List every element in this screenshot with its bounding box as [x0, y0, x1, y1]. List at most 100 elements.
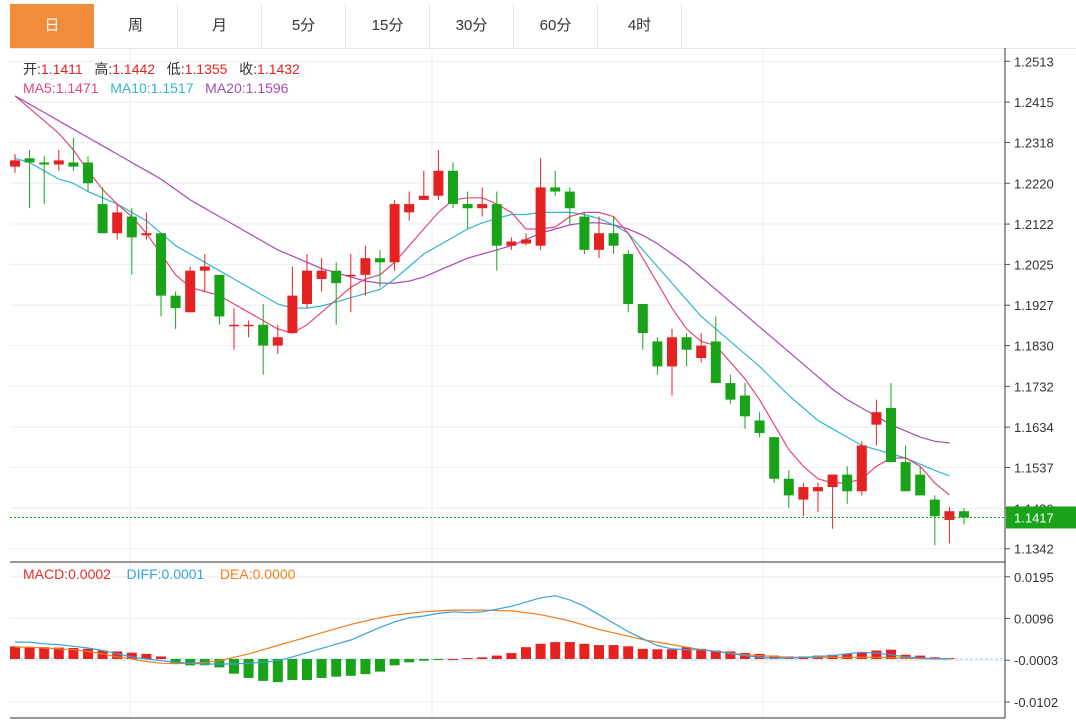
- kline-chart: 1.2513 1.2415 1.2318 1.2220 1.2122 1.2025 1.19…: [10, 48, 1076, 719]
- macd-bar: [185, 658, 196, 666]
- candle-body: [798, 487, 809, 500]
- ohlc-legend: 开:1.1411 高:1.1442 低:1.1355 收:1.1432: [23, 59, 300, 79]
- macd-label: MACD:: [23, 566, 69, 582]
- ma20-label: MA20:: [205, 80, 246, 96]
- candle-body: [535, 187, 546, 246]
- candle-body: [827, 474, 838, 488]
- macd-bar: [272, 658, 283, 683]
- candle-body: [491, 204, 502, 246]
- ma5-line: [14, 95, 950, 496]
- dea-value: 0.0000: [252, 566, 296, 582]
- macd-value: 0.0002: [68, 566, 111, 582]
- open-value: 1.1411: [40, 61, 83, 77]
- macd-bar: [856, 652, 867, 659]
- candle-body: [126, 216, 137, 238]
- candle-body: [316, 270, 327, 279]
- close-label: 收:: [239, 61, 258, 77]
- macd-bar: [39, 647, 50, 659]
- macd-bar: [404, 658, 415, 663]
- close-value: 1.1432: [257, 61, 300, 77]
- macd-tick-label: 0.0195: [1014, 570, 1054, 585]
- candle-body: [564, 191, 575, 209]
- macd-bar: [506, 653, 517, 659]
- price-tick-label: 1.1732: [1014, 379, 1054, 394]
- macd-bar: [24, 647, 35, 659]
- macd-bar: [418, 658, 429, 661]
- candle-body: [842, 474, 853, 492]
- diff-line: [15, 595, 950, 665]
- open-label: 开:: [23, 61, 41, 77]
- candle-body: [856, 445, 867, 492]
- macd-bar: [521, 647, 531, 659]
- candle-body: [156, 233, 166, 296]
- macd-bar: [564, 642, 575, 659]
- candle-body: [433, 170, 444, 196]
- price-tick-label: 1.2318: [1014, 135, 1054, 150]
- candle-body: [637, 303, 648, 334]
- candle-body: [287, 295, 298, 334]
- price-tick-label: 1.2220: [1014, 176, 1054, 191]
- candle-body: [360, 258, 371, 275]
- low-label: 低:: [166, 61, 185, 77]
- macd-tick-label: -0.0003: [1014, 653, 1058, 668]
- ma5-label: MA5:: [23, 80, 56, 96]
- candle-body: [579, 216, 590, 250]
- macd-bar: [579, 643, 590, 659]
- macd-bar: [83, 648, 93, 659]
- macd-bar: [229, 658, 239, 674]
- price-tick-label: 1.2513: [1014, 54, 1054, 69]
- ma10-label: MA10:: [110, 80, 151, 96]
- price-tick-label: 1.1634: [1014, 420, 1054, 435]
- candle-body: [331, 270, 342, 284]
- candle-body: [652, 341, 663, 367]
- candle-body: [594, 233, 604, 250]
- macd-bar: [448, 658, 458, 660]
- macd-bar: [477, 657, 488, 659]
- candle-body: [521, 239, 531, 244]
- macd-bar: [594, 645, 604, 659]
- candle-body: [97, 204, 108, 234]
- macd-bar: [10, 646, 20, 659]
- ma-legend: MA5:1.1471 MA10:1.1517 MA20:1.1596: [23, 80, 288, 96]
- macd-bar: [345, 658, 356, 676]
- price-tick-label: 1.2025: [1014, 257, 1054, 272]
- candle-body: [506, 241, 517, 246]
- candle-body: [813, 487, 823, 492]
- low-value: 1.1355: [184, 61, 228, 77]
- high-value: 1.1442: [112, 61, 156, 77]
- candle-body: [68, 162, 79, 167]
- high-label: 高:: [94, 61, 113, 77]
- macd-bar: [243, 658, 254, 678]
- candle-body: [389, 204, 400, 263]
- macd-legend: MACD:0.0002 DIFF:0.0001 DEA:0.0000: [23, 566, 295, 582]
- current-price-label: 1.1417: [1014, 510, 1054, 525]
- ma10-value: 1.1517: [150, 80, 194, 96]
- ma20-line: [14, 95, 950, 444]
- candle-body: [185, 270, 196, 313]
- macd-bar: [623, 646, 634, 659]
- macd-bar: [360, 658, 371, 675]
- candle-body: [10, 160, 20, 167]
- candle-body: [448, 170, 458, 205]
- macd-bar: [302, 658, 312, 681]
- diff-label: DIFF:: [126, 566, 162, 582]
- candle-body: [667, 337, 677, 367]
- candle-body: [229, 324, 239, 327]
- candle-body: [24, 158, 35, 163]
- candle-body: [477, 204, 488, 209]
- price-tick-label: 1.1830: [1014, 339, 1054, 354]
- candle-body: [550, 187, 561, 192]
- candle-body: [112, 212, 123, 234]
- macd-bar: [316, 658, 327, 678]
- candle-body: [375, 258, 385, 263]
- macd-bar: [433, 658, 444, 660]
- ma20-value: 1.1596: [245, 80, 289, 96]
- macd-bar: [491, 655, 502, 659]
- candle-body: [886, 408, 896, 463]
- price-tick-label: 1.1537: [1014, 461, 1054, 476]
- ma5-value: 1.1471: [55, 80, 99, 96]
- candle-body: [462, 204, 473, 209]
- candle-body: [170, 295, 181, 309]
- candle-body: [725, 383, 736, 400]
- candle-body: [769, 437, 780, 479]
